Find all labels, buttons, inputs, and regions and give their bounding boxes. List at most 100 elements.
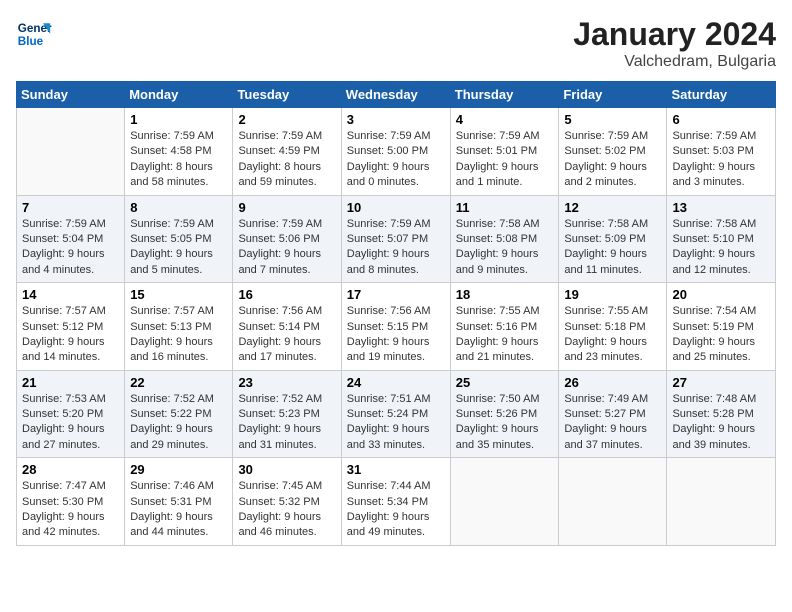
day-number: 5 [564,112,661,127]
title-block: January 2024 Valchedram, Bulgaria [573,16,776,71]
calendar-day-cell [17,108,125,196]
calendar-week-row: 21 Sunrise: 7:53 AMSunset: 5:20 PMDayligh… [17,370,776,458]
calendar-week-row: 28 Sunrise: 7:47 AMSunset: 5:30 PMDayligh… [17,458,776,546]
calendar-day-header: Wednesday [341,82,450,108]
day-number: 13 [672,200,770,215]
calendar-day-cell: 12 Sunrise: 7:58 AMSunset: 5:09 PMDayligh… [559,195,667,283]
day-number: 26 [564,375,661,390]
calendar-day-cell: 18 Sunrise: 7:55 AMSunset: 5:16 PMDayligh… [450,283,559,371]
logo: General Blue [16,16,52,52]
calendar-header-row: SundayMondayTuesdayWednesdayThursdayFrid… [17,82,776,108]
calendar-day-cell: 17Sunrise: 7:56 AMSunset: 5:15 PMDayligh… [341,283,450,371]
day-number: 12 [564,200,661,215]
day-number: 19 [564,287,661,302]
calendar-day-cell: 8 Sunrise: 7:59 AMSunset: 5:05 PMDaylight… [125,195,233,283]
logo-icon: General Blue [16,16,52,52]
calendar-day-cell: 10 Sunrise: 7:59 AMSunset: 5:07 PMDayligh… [341,195,450,283]
day-number: 8 [130,200,227,215]
day-info: Sunrise: 7:58 AMSunset: 5:09 PMDaylight:… [564,217,661,279]
day-number: 2 [238,112,335,127]
day-number: 28 [22,462,119,477]
day-info: Sunrise: 7:59 AMSunset: 4:59 PMDaylight:… [238,129,335,191]
day-number: 31 [347,462,445,477]
day-info: Sunrise: 7:58 AMSunset: 5:08 PMDaylight:… [456,217,554,279]
day-info: Sunrise: 7:50 AMSunset: 5:26 PMDaylight:… [456,392,554,454]
calendar-day-header: Monday [125,82,233,108]
calendar-table: SundayMondayTuesdayWednesdayThursdayFrid… [16,81,776,546]
day-number: 4 [456,112,554,127]
page-header: General Blue January 2024 Valchedram, Bu… [16,16,776,71]
calendar-week-row: 1 Sunrise: 7:59 AMSunset: 4:58 PMDaylight… [17,108,776,196]
day-info: Sunrise: 7:59 AMSunset: 5:01 PMDaylight:… [456,129,554,191]
calendar-day-cell: 19 Sunrise: 7:55 AMSunset: 5:18 PMDayligh… [559,283,667,371]
calendar-day-cell: 16Sunrise: 7:56 AMSunset: 5:14 PMDayligh… [233,283,341,371]
day-info: Sunrise: 7:57 AMSunset: 5:12 PMDaylight:… [22,304,119,366]
day-number: 21 [22,375,119,390]
day-info: Sunrise: 7:48 AMSunset: 5:28 PMDaylight:… [672,392,770,454]
calendar-day-cell: 23Sunrise: 7:52 AMSunset: 5:23 PMDayligh… [233,370,341,458]
svg-text:Blue: Blue [18,35,44,48]
calendar-day-cell: 31Sunrise: 7:44 AMSunset: 5:34 PMDayligh… [341,458,450,546]
calendar-day-cell: 28 Sunrise: 7:47 AMSunset: 5:30 PMDayligh… [17,458,125,546]
calendar-day-cell: 9Sunrise: 7:59 AMSunset: 5:06 PMDaylight… [233,195,341,283]
calendar-day-cell: 20Sunrise: 7:54 AMSunset: 5:19 PMDayligh… [667,283,776,371]
day-info: Sunrise: 7:59 AMSunset: 5:03 PMDaylight:… [672,129,770,191]
day-number: 27 [672,375,770,390]
day-info: Sunrise: 7:59 AMSunset: 5:02 PMDaylight:… [564,129,661,191]
day-number: 1 [130,112,227,127]
day-number: 6 [672,112,770,127]
day-info: Sunrise: 7:49 AMSunset: 5:27 PMDaylight:… [564,392,661,454]
calendar-day-cell [667,458,776,546]
day-number: 30 [238,462,335,477]
day-info: Sunrise: 7:47 AMSunset: 5:30 PMDaylight:… [22,479,119,541]
calendar-day-cell: 14 Sunrise: 7:57 AMSunset: 5:12 PMDayligh… [17,283,125,371]
calendar-day-cell: 2 Sunrise: 7:59 AMSunset: 4:59 PMDaylight… [233,108,341,196]
calendar-day-cell: 24Sunrise: 7:51 AMSunset: 5:24 PMDayligh… [341,370,450,458]
day-info: Sunrise: 7:59 AMSunset: 4:58 PMDaylight:… [130,129,227,191]
calendar-day-cell [559,458,667,546]
day-number: 11 [456,200,554,215]
calendar-day-header: Sunday [17,82,125,108]
day-number: 25 [456,375,554,390]
calendar-day-header: Saturday [667,82,776,108]
day-number: 3 [347,112,445,127]
calendar-day-cell: 5 Sunrise: 7:59 AMSunset: 5:02 PMDaylight… [559,108,667,196]
day-info: Sunrise: 7:59 AMSunset: 5:06 PMDaylight:… [238,217,335,279]
calendar-day-cell: 4 Sunrise: 7:59 AMSunset: 5:01 PMDaylight… [450,108,559,196]
calendar-day-header: Thursday [450,82,559,108]
calendar-day-cell: 3 Sunrise: 7:59 AMSunset: 5:00 PMDaylight… [341,108,450,196]
calendar-day-cell: 21 Sunrise: 7:53 AMSunset: 5:20 PMDayligh… [17,370,125,458]
day-info: Sunrise: 7:51 AMSunset: 5:24 PMDaylight:… [347,392,445,454]
calendar-day-cell: 6 Sunrise: 7:59 AMSunset: 5:03 PMDaylight… [667,108,776,196]
day-number: 16 [238,287,335,302]
day-number: 22 [130,375,227,390]
day-info: Sunrise: 7:57 AMSunset: 5:13 PMDaylight:… [130,304,227,366]
day-info: Sunrise: 7:59 AMSunset: 5:04 PMDaylight:… [22,217,119,279]
day-number: 14 [22,287,119,302]
day-info: Sunrise: 7:59 AMSunset: 5:00 PMDaylight:… [347,129,445,191]
day-info: Sunrise: 7:55 AMSunset: 5:16 PMDaylight:… [456,304,554,366]
calendar-week-row: 7 Sunrise: 7:59 AMSunset: 5:04 PMDaylight… [17,195,776,283]
calendar-day-cell: 30 Sunrise: 7:45 AMSunset: 5:32 PMDayligh… [233,458,341,546]
day-number: 7 [22,200,119,215]
day-info: Sunrise: 7:46 AMSunset: 5:31 PMDaylight:… [130,479,227,541]
day-info: Sunrise: 7:58 AMSunset: 5:10 PMDaylight:… [672,217,770,279]
day-info: Sunrise: 7:55 AMSunset: 5:18 PMDaylight:… [564,304,661,366]
calendar-week-row: 14 Sunrise: 7:57 AMSunset: 5:12 PMDayligh… [17,283,776,371]
day-info: Sunrise: 7:59 AMSunset: 5:07 PMDaylight:… [347,217,445,279]
day-info: Sunrise: 7:54 AMSunset: 5:19 PMDaylight:… [672,304,770,366]
calendar-day-cell: 27 Sunrise: 7:48 AMSunset: 5:28 PMDayligh… [667,370,776,458]
day-info: Sunrise: 7:59 AMSunset: 5:05 PMDaylight:… [130,217,227,279]
calendar-day-header: Tuesday [233,82,341,108]
day-info: Sunrise: 7:53 AMSunset: 5:20 PMDaylight:… [22,392,119,454]
calendar-day-cell: 26 Sunrise: 7:49 AMSunset: 5:27 PMDayligh… [559,370,667,458]
day-number: 18 [456,287,554,302]
day-info: Sunrise: 7:45 AMSunset: 5:32 PMDaylight:… [238,479,335,541]
day-info: Sunrise: 7:56 AMSunset: 5:15 PMDaylight:… [347,304,445,366]
calendar-day-cell: 11 Sunrise: 7:58 AMSunset: 5:08 PMDayligh… [450,195,559,283]
day-info: Sunrise: 7:52 AMSunset: 5:23 PMDaylight:… [238,392,335,454]
calendar-day-cell: 7 Sunrise: 7:59 AMSunset: 5:04 PMDaylight… [17,195,125,283]
calendar-day-cell: 1 Sunrise: 7:59 AMSunset: 4:58 PMDaylight… [125,108,233,196]
calendar-day-cell: 15Sunrise: 7:57 AMSunset: 5:13 PMDayligh… [125,283,233,371]
day-number: 10 [347,200,445,215]
